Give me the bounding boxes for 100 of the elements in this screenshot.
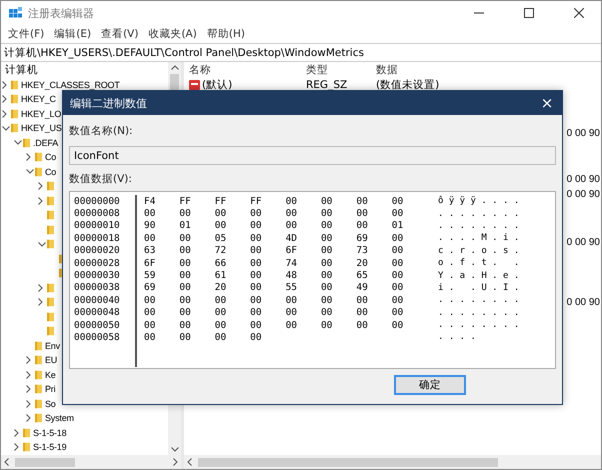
hex-byte: 00	[392, 320, 404, 331]
scroll-left-icon[interactable]	[4, 458, 9, 466]
hex-byte: 73	[356, 245, 369, 256]
offset-label: 00000028	[74, 258, 121, 269]
folder-icon	[35, 370, 42, 380]
close-icon[interactable]	[574, 8, 584, 18]
tree-item[interactable]: HKEY_LO	[21, 108, 62, 119]
hex-byte: 00	[286, 220, 298, 232]
hex-byte: 66	[214, 258, 228, 269]
hex-byte: 20	[356, 258, 369, 269]
horizontal-scrollbar[interactable]	[1, 455, 181, 469]
menu-item[interactable]: 编辑(E)	[49, 27, 96, 41]
tree-item[interactable]: S-1-5-18	[33, 428, 66, 438]
folder-icon	[47, 297, 54, 308]
tree-item[interactable]: Co	[45, 152, 56, 162]
folder-icon	[35, 398, 42, 409]
dialog-title: 编辑二进制数值	[70, 96, 148, 110]
hex-byte: 00	[250, 307, 263, 318]
hex-byte: 6F	[286, 245, 298, 256]
hex-byte: 00	[392, 294, 404, 306]
menu-item[interactable]: 收藏夹(A)	[143, 27, 202, 41]
scroll-right-icon[interactable]	[173, 458, 178, 466]
ascii-text: o . f . t . .	[438, 258, 520, 268]
folder-icon	[47, 196, 54, 206]
hex-byte: 00	[144, 208, 156, 220]
horizontal-scrollbar[interactable]	[184, 455, 601, 469]
tree-item[interactable]: Co	[45, 166, 56, 177]
column-header[interactable]: 名称	[189, 62, 211, 76]
tree-item[interactable]: So	[45, 398, 56, 409]
menu-item[interactable]: 查看(V)	[96, 27, 144, 41]
app-icon	[9, 6, 22, 20]
hex-byte: 00	[250, 220, 263, 232]
tree-item[interactable]: HKEY_CLASSES_ROOT	[21, 80, 120, 90]
hex-byte: 00	[179, 208, 192, 220]
hex-byte: 01	[392, 220, 404, 232]
hex-byte: FF	[250, 196, 263, 207]
folder-icon	[11, 94, 18, 104]
hex-byte: 00	[392, 258, 404, 269]
hex-byte: 00	[250, 294, 263, 306]
tree-item[interactable]: Env	[45, 340, 60, 351]
hex-byte: 00	[320, 232, 334, 244]
folder-icon	[35, 166, 42, 177]
tree-item[interactable]: Pri	[45, 384, 56, 394]
address-bar[interactable]: 计算机\HKEY_USERS\.DEFAULT\Control Panel\Desktop\WindowMetrics	[1, 43, 601, 62]
maximize-icon[interactable]	[524, 8, 534, 18]
hex-byte: 00	[320, 282, 334, 294]
hex-byte: 00	[286, 196, 298, 207]
hex-byte: 49	[356, 282, 369, 294]
folder-icon	[35, 413, 42, 424]
hex-byte: 00	[356, 196, 369, 207]
ascii-text: . . . . . . . .	[438, 320, 520, 330]
hex-byte: 65	[356, 270, 369, 282]
menu-item[interactable]: 帮助(H)	[202, 27, 250, 41]
hex-byte: 20	[214, 282, 228, 294]
hex-byte: 00	[179, 258, 192, 269]
hex-byte: 00	[179, 245, 192, 256]
tree-item[interactable]: S-1-5-19	[33, 442, 66, 452]
offset-label: 00000050	[74, 320, 121, 331]
column-header[interactable]: 数据	[376, 64, 398, 76]
tree-item[interactable]: 计算机	[5, 63, 38, 78]
column-header[interactable]: 类型	[306, 64, 328, 76]
offset-label: 00000008	[74, 208, 121, 220]
folder-icon	[11, 80, 18, 90]
scroll-up-icon[interactable]	[170, 65, 178, 70]
hex-byte: 63	[144, 245, 156, 256]
value-name-field[interactable]: IconFont	[69, 146, 556, 165]
hex-byte: FF	[214, 196, 228, 207]
close-button[interactable]: ×	[532, 91, 562, 115]
hex-byte: 00	[179, 332, 192, 343]
hex-byte: 00	[214, 320, 228, 331]
folder-icon	[11, 108, 18, 119]
hex-byte: 00	[250, 282, 263, 294]
hex-byte: 00	[392, 282, 404, 294]
hex-byte: 00	[320, 294, 334, 306]
hex-byte: 00	[179, 294, 192, 306]
tree-item[interactable]: EU	[45, 355, 58, 366]
hex-byte: 00	[144, 232, 156, 244]
hex-byte: 00	[392, 270, 404, 282]
hex-byte: 00	[179, 282, 192, 294]
offset-label: 00000038	[74, 282, 121, 294]
scroll-left-icon[interactable]	[187, 458, 192, 466]
tree-item[interactable]: Ke	[45, 370, 56, 380]
scroll-thumb[interactable]	[198, 458, 498, 466]
hex-byte: 59	[144, 270, 156, 282]
ascii-text: Y . a . H . e .	[438, 270, 520, 281]
hex-byte: 00	[392, 196, 404, 207]
tree-item[interactable]: HKEY_US	[21, 123, 62, 134]
tree-item[interactable]: HKEY_C	[21, 94, 56, 104]
offset-label: 00000058	[74, 332, 121, 343]
hex-editor[interactable]	[69, 191, 556, 369]
tree-item[interactable]: System	[45, 413, 74, 424]
hex-byte: 00	[214, 220, 228, 232]
ok-button[interactable]: 确定	[394, 374, 466, 394]
hex-byte: 48	[286, 270, 298, 282]
tree-item[interactable]: .DEFA	[33, 138, 58, 148]
menu-item[interactable]: 文件(F)	[3, 27, 50, 41]
string-value-icon	[189, 80, 200, 90]
scroll-down-icon[interactable]	[170, 447, 178, 452]
offset-label: 00000020	[74, 245, 121, 256]
scroll-thumb[interactable]	[15, 458, 75, 466]
